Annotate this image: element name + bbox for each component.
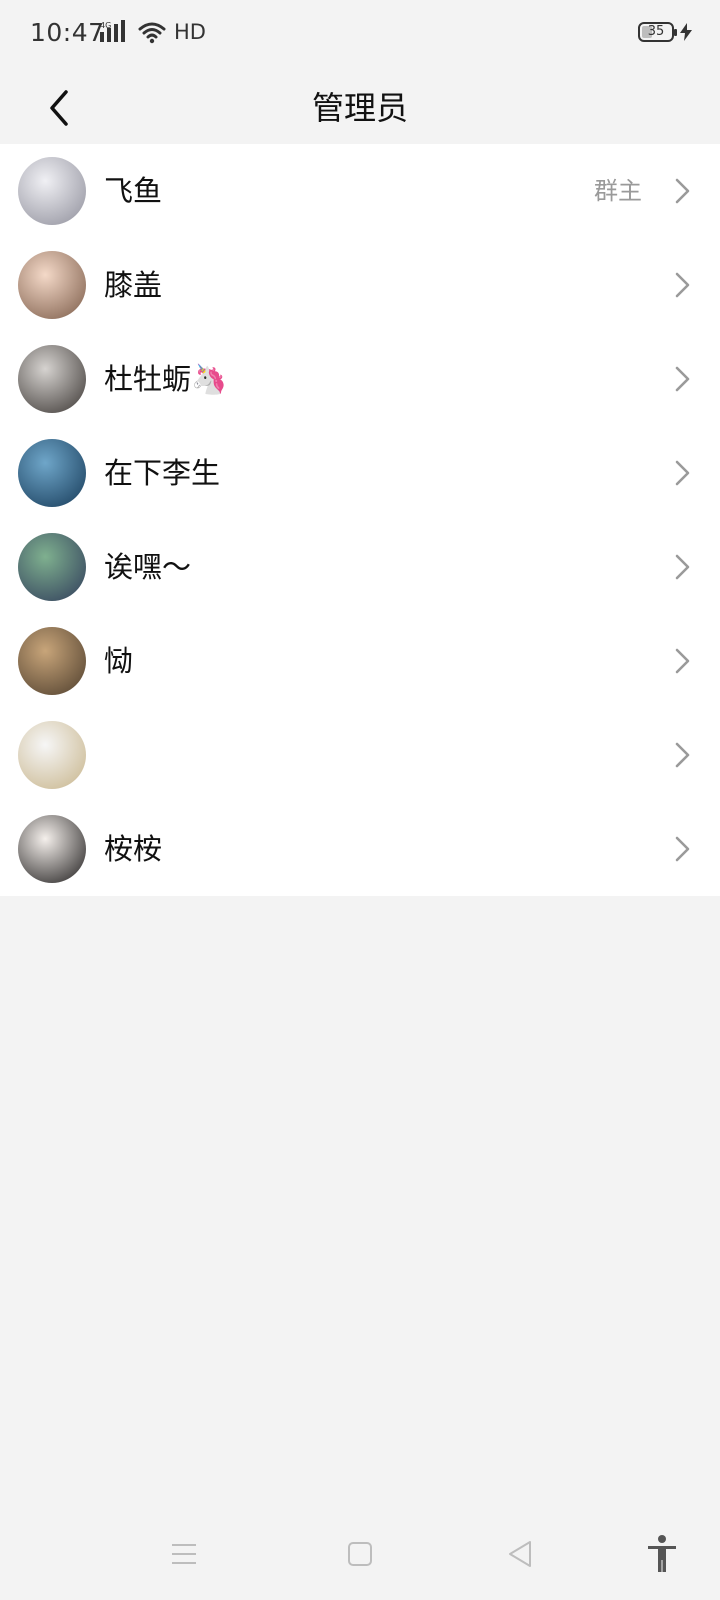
charging-bolt-icon [680, 23, 692, 41]
chevron-right-icon [675, 178, 690, 204]
accessibility-icon [648, 1535, 676, 1572]
chevron-right-icon [675, 272, 690, 298]
role-badge: 群主 [594, 177, 642, 205]
member-name: 飞鱼 [104, 174, 163, 208]
wifi-icon [138, 22, 166, 44]
admin-list-item[interactable]: 诶嘿～ [0, 520, 720, 614]
admin-list-item[interactable]: 桉桉 [0, 802, 720, 896]
avatar [18, 439, 86, 507]
admin-list-item[interactable]: 在下李生 [0, 426, 720, 520]
avatar [18, 345, 86, 413]
header: 管理员 [0, 72, 720, 144]
avatar [18, 157, 86, 225]
back-nav-button[interactable] [498, 1532, 542, 1576]
chevron-right-icon [675, 648, 690, 674]
chevron-right-icon [675, 366, 690, 392]
home-button[interactable] [338, 1532, 382, 1576]
member-name: 膝盖 [104, 268, 163, 302]
admin-list: 飞鱼 群主膝盖杜牡蛎🦄 在下李生诶嘿～ 恸桉桉 [0, 144, 720, 896]
avatar [18, 815, 86, 883]
system-nav-bar [0, 1510, 720, 1600]
avatar [18, 627, 86, 695]
member-name: 在下李生 [104, 456, 221, 490]
page-title: 管理员 [311, 89, 408, 127]
chevron-right-icon [675, 554, 690, 580]
chevron-right-icon [675, 460, 690, 486]
battery-icon: 35 [638, 22, 677, 42]
admin-list-item[interactable]: 飞鱼 群主 [0, 144, 720, 238]
home-square-icon [348, 1542, 372, 1566]
hd-label: HD [174, 20, 206, 44]
admin-list-item[interactable]: 膝盖 [0, 238, 720, 332]
chevron-right-icon [675, 742, 690, 768]
member-name: 恸 [104, 644, 134, 678]
admin-list-item[interactable]: 杜牡蛎🦄 [0, 332, 720, 426]
accessibility-button[interactable] [640, 1532, 684, 1576]
menu-button[interactable] [162, 1532, 206, 1576]
status-bar: 10:47 4G HD 35 [0, 0, 720, 72]
signal-icon: 4G [100, 20, 125, 42]
menu-icon [172, 1544, 196, 1564]
battery-indicator: 35 [638, 22, 692, 42]
avatar [18, 533, 86, 601]
chevron-right-icon [675, 836, 690, 862]
member-name: 杜牡蛎🦄 [104, 362, 228, 396]
back-triangle-icon [509, 1541, 531, 1567]
member-name: 诶嘿～ [104, 550, 192, 584]
admin-list-item[interactable]: 恸 [0, 614, 720, 708]
member-name: 桉桉 [104, 832, 163, 866]
status-time: 10:47 [30, 18, 105, 47]
admin-list-item[interactable] [0, 708, 720, 802]
battery-level: 35 [647, 24, 665, 39]
status-icons: 4G HD [100, 20, 206, 44]
avatar [18, 721, 86, 789]
avatar [18, 251, 86, 319]
